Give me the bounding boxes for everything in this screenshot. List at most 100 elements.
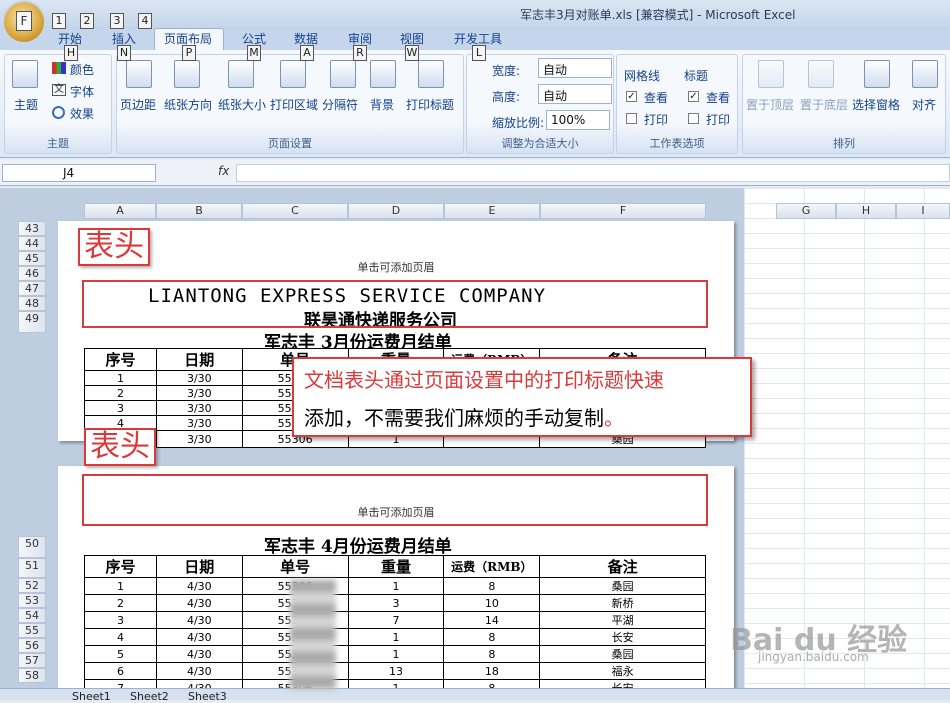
selection-pane-button[interactable]: 选择窗格: [852, 96, 900, 113]
row-header-46[interactable]: 46: [18, 266, 46, 281]
cell[interactable]: 桑园: [539, 577, 706, 595]
row-header-47[interactable]: 47: [18, 281, 46, 296]
width-dropdown[interactable]: 自动: [538, 58, 612, 78]
cell[interactable]: 3/30: [155, 430, 243, 448]
row-header-56[interactable]: 56: [18, 638, 46, 653]
gridlines-print-checkbox[interactable]: [626, 113, 637, 124]
col-header-i[interactable]: I: [896, 203, 950, 219]
header-label-2: 表头: [84, 428, 156, 466]
breaks-button[interactable]: 分隔符: [322, 96, 358, 113]
sheet-tab-2[interactable]: Sheet2: [130, 690, 169, 703]
theme-button[interactable]: 主题: [8, 96, 44, 113]
cell[interactable]: 4/30: [155, 594, 243, 612]
col-header-b[interactable]: B: [156, 203, 242, 219]
cell[interactable]: 4: [84, 628, 157, 646]
cell[interactable]: 3: [347, 594, 445, 612]
print-titles-button[interactable]: 打印标题: [406, 96, 454, 113]
cell[interactable]: 1: [84, 370, 157, 386]
row-header-55[interactable]: 55: [18, 623, 46, 638]
margins-button[interactable]: 页边距: [120, 96, 156, 113]
fonts-button[interactable]: 字体: [70, 83, 94, 100]
cell[interactable]: 2: [84, 594, 157, 612]
cell[interactable]: 4/30: [155, 645, 243, 663]
row-header-48[interactable]: 48: [18, 296, 46, 311]
gridlines-view-checkbox[interactable]: ✓: [626, 91, 637, 102]
sheet-tab-1[interactable]: Sheet1: [72, 690, 111, 703]
row-header-58[interactable]: 58: [18, 668, 46, 683]
height-dropdown[interactable]: 自动: [538, 84, 612, 104]
headings-print-checkbox[interactable]: [688, 113, 699, 124]
row-header-50[interactable]: 50: [18, 536, 46, 558]
cell[interactable]: 3/30: [155, 400, 243, 416]
cell[interactable]: 3/30: [155, 415, 243, 431]
fx-icon[interactable]: fx: [218, 164, 229, 178]
cell[interactable]: 1: [347, 645, 445, 663]
cell[interactable]: 1: [84, 577, 157, 595]
page1-header-hint[interactable]: 单击可添加页眉: [296, 259, 496, 275]
zoom-spinner[interactable]: 100%: [546, 110, 610, 130]
office-button[interactable]: F: [4, 2, 44, 42]
row-header-51[interactable]: 51: [18, 558, 46, 578]
row-header-43[interactable]: 43: [18, 221, 46, 236]
cell[interactable]: 8: [443, 645, 541, 663]
name-box[interactable]: J4: [2, 164, 156, 182]
effects-button[interactable]: 效果: [70, 105, 94, 122]
cell[interactable]: 18: [443, 662, 541, 680]
cell[interactable]: 4/30: [155, 577, 243, 595]
cell[interactable]: 13: [347, 662, 445, 680]
cell[interactable]: 6: [84, 662, 157, 680]
cell[interactable]: 桑园: [539, 645, 706, 663]
cell[interactable]: 福永: [539, 662, 706, 680]
cell[interactable]: 10: [443, 594, 541, 612]
fonts-icon: 文: [52, 84, 66, 96]
page2-header-hint[interactable]: 单击可添加页眉: [296, 504, 496, 520]
background-button[interactable]: 背景: [370, 96, 394, 113]
col-header-h[interactable]: H: [836, 203, 896, 219]
print-area-button[interactable]: 打印区域: [270, 96, 318, 113]
cell[interactable]: 3/30: [155, 370, 243, 386]
col-header-e[interactable]: E: [444, 203, 540, 219]
cell[interactable]: 3/30: [155, 385, 243, 401]
row-header-53[interactable]: 53: [18, 593, 46, 608]
cell[interactable]: 3: [84, 400, 157, 416]
headings-view-checkbox[interactable]: ✓: [688, 91, 699, 102]
cell[interactable]: 5: [84, 645, 157, 663]
page1-title-highlight: [82, 280, 708, 328]
row-header-57[interactable]: 57: [18, 653, 46, 668]
row-header-49[interactable]: 49: [18, 311, 46, 333]
cell[interactable]: 平湖: [539, 611, 706, 629]
sheet-tab-3[interactable]: Sheet3: [188, 690, 227, 703]
keytip-m: M: [247, 45, 261, 61]
row-header-45[interactable]: 45: [18, 251, 46, 266]
cell[interactable]: 8: [443, 577, 541, 595]
col-header-d[interactable]: D: [348, 203, 444, 219]
cell[interactable]: 2: [84, 385, 157, 401]
col-header-f[interactable]: F: [540, 203, 706, 219]
cell[interactable]: 1: [347, 628, 445, 646]
cell[interactable]: 8: [443, 628, 541, 646]
col-header-c[interactable]: C: [242, 203, 348, 219]
row-header-52[interactable]: 52: [18, 578, 46, 593]
col-header-g[interactable]: G: [776, 203, 836, 219]
cell[interactable]: 4/30: [155, 662, 243, 680]
th-fee: 运费（RMB）: [443, 555, 541, 578]
orientation-button[interactable]: 纸张方向: [164, 96, 212, 113]
cell[interactable]: 1: [347, 577, 445, 595]
row-header-54[interactable]: 54: [18, 608, 46, 623]
formula-input[interactable]: [236, 164, 950, 182]
cell[interactable]: 7: [347, 611, 445, 629]
bring-front-button[interactable]: 置于顶层: [746, 96, 794, 113]
cell[interactable]: 4/30: [155, 611, 243, 629]
cell[interactable]: 4/30: [155, 628, 243, 646]
align-button[interactable]: 对齐: [912, 96, 936, 113]
col-header-a[interactable]: A: [84, 203, 156, 219]
keytip-h: H: [64, 45, 78, 61]
cell[interactable]: 14: [443, 611, 541, 629]
size-button[interactable]: 纸张大小: [218, 96, 266, 113]
row-header-44[interactable]: 44: [18, 236, 46, 251]
cell[interactable]: 3: [84, 611, 157, 629]
colors-button[interactable]: 颜色: [70, 61, 94, 78]
send-back-button[interactable]: 置于底层: [800, 96, 848, 113]
cell[interactable]: 长安: [539, 628, 706, 646]
cell[interactable]: 新桥: [539, 594, 706, 612]
